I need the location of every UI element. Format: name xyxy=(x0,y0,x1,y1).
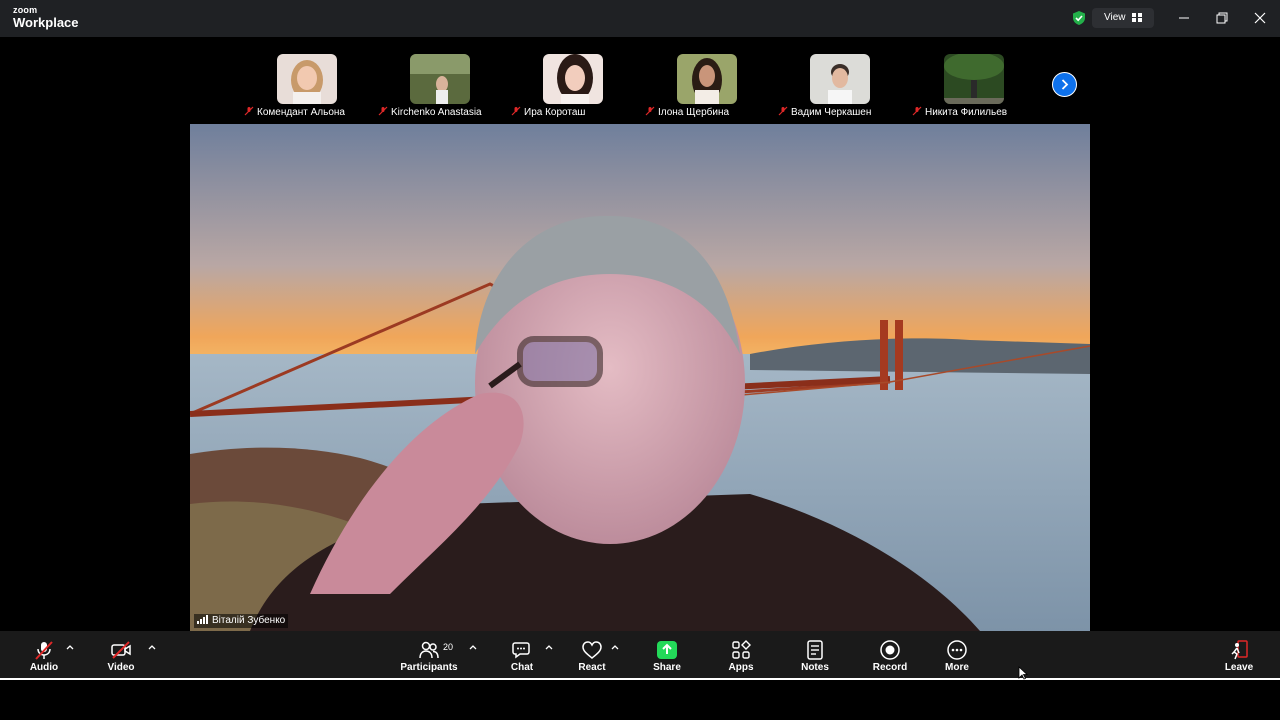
participant-thumbnail[interactable] xyxy=(543,54,603,104)
muted-mic-icon xyxy=(912,106,922,116)
share-button[interactable]: Share xyxy=(648,639,686,673)
participant-video xyxy=(277,54,337,104)
audio-button[interactable]: Audio xyxy=(22,639,66,673)
title-bar: zoom Workplace View xyxy=(0,0,1280,37)
notes-label: Notes xyxy=(801,662,829,673)
participant-thumbnail[interactable] xyxy=(944,54,1004,104)
participant-name: Вадим Черкашен xyxy=(791,107,872,118)
grid-icon xyxy=(1132,13,1142,22)
participant-name-tag: Kirchenko Anastasia xyxy=(378,106,482,120)
speaker-video-frame xyxy=(190,124,1090,631)
notes-button[interactable]: Notes xyxy=(797,639,833,673)
security-shield-icon[interactable] xyxy=(1071,10,1087,26)
participants-label: Participants xyxy=(400,662,458,673)
speaker-name-tag: Віталій Зубенко xyxy=(194,614,289,628)
view-button[interactable]: View xyxy=(1092,8,1154,28)
participant-name-tag: Ира Короташ xyxy=(511,106,585,120)
react-button[interactable]: React xyxy=(574,639,610,673)
record-icon xyxy=(880,640,900,660)
participant-thumbnail[interactable] xyxy=(677,54,737,104)
leave-label: Leave xyxy=(1224,662,1254,673)
brand-large: Workplace xyxy=(13,15,79,30)
heart-icon xyxy=(582,641,602,659)
chat-label: Chat xyxy=(510,662,534,673)
participants-icon xyxy=(419,641,439,659)
bottom-divider xyxy=(0,678,1280,680)
muted-mic-icon xyxy=(378,106,388,116)
participant-name-tag: Никита Филильев xyxy=(912,106,1007,120)
apps-icon xyxy=(732,640,751,659)
muted-mic-icon xyxy=(645,106,655,116)
apps-label: Apps xyxy=(728,662,754,673)
react-label: React xyxy=(578,662,606,673)
chevron-right-icon xyxy=(1061,79,1069,90)
participant-video xyxy=(677,54,737,104)
gallery-next-button[interactable] xyxy=(1052,72,1077,97)
app-logo: zoom Workplace xyxy=(13,5,79,30)
record-button[interactable]: Record xyxy=(869,639,911,673)
muted-mic-icon xyxy=(778,106,788,116)
participant-name: Никита Филильев xyxy=(925,107,1008,118)
more-button[interactable]: More xyxy=(939,639,975,673)
participants-options-caret-icon[interactable] xyxy=(468,642,478,652)
more-icon xyxy=(947,640,967,660)
chat-button[interactable]: Chat xyxy=(504,639,540,673)
participant-name: Ілона Щербина xyxy=(658,107,730,118)
minimize-icon[interactable] xyxy=(1174,8,1194,28)
share-label: Share xyxy=(653,662,681,673)
participant-name: Комендант Альона xyxy=(257,107,345,118)
participant-thumbnail[interactable] xyxy=(277,54,337,104)
participant-name-tag: Ілона Щербина xyxy=(645,106,729,120)
record-label: Record xyxy=(872,662,908,673)
participant-video xyxy=(410,54,470,104)
apps-button[interactable]: Apps xyxy=(724,639,758,673)
participant-thumbnail[interactable] xyxy=(410,54,470,104)
participant-video xyxy=(810,54,870,104)
muted-mic-icon xyxy=(244,106,254,116)
chat-icon xyxy=(512,642,530,659)
share-screen-icon xyxy=(657,641,677,659)
restore-icon[interactable] xyxy=(1212,8,1232,28)
speaker-name: Віталій Зубенко xyxy=(212,615,286,626)
video-options-caret-icon[interactable] xyxy=(147,642,157,652)
leave-icon xyxy=(1231,640,1248,660)
participant-name-tag: Комендант Альона xyxy=(244,106,345,120)
mic-muted-icon xyxy=(35,641,53,660)
brand-small: zoom xyxy=(13,5,38,15)
meeting-toolbar: Audio Video Participants 20 Chat React S… xyxy=(0,631,1280,679)
close-icon[interactable] xyxy=(1250,8,1270,28)
active-speaker-video xyxy=(190,124,1090,631)
video-button[interactable]: Video xyxy=(99,639,143,673)
audio-options-caret-icon[interactable] xyxy=(65,642,75,652)
signal-icon xyxy=(197,615,208,624)
audio-label: Audio xyxy=(29,662,59,673)
more-label: More xyxy=(945,662,969,673)
chat-options-caret-icon[interactable] xyxy=(544,642,554,652)
gallery-strip: Комендант Альона Kirchenko Anastasia Ира… xyxy=(0,37,1280,124)
participant-name: Kirchenko Anastasia xyxy=(391,107,482,118)
react-options-caret-icon[interactable] xyxy=(610,642,620,652)
mouse-cursor-icon xyxy=(1018,666,1028,680)
participants-count: 20 xyxy=(443,642,454,652)
video-off-icon xyxy=(111,641,131,659)
view-label: View xyxy=(1104,12,1126,23)
leave-button[interactable]: Leave xyxy=(1221,639,1257,673)
participant-video xyxy=(944,54,1004,104)
participant-name-tag: Вадим Черкашен xyxy=(778,106,871,120)
video-label: Video xyxy=(107,662,135,673)
participant-name: Ира Короташ xyxy=(524,107,586,118)
muted-mic-icon xyxy=(511,106,521,116)
participant-video xyxy=(543,54,603,104)
participant-thumbnail[interactable] xyxy=(810,54,870,104)
notes-icon xyxy=(807,640,823,660)
